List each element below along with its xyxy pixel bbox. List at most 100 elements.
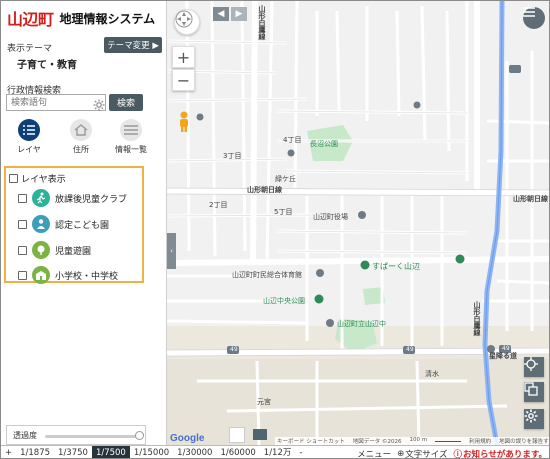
tool-tabs: レイヤ 住所 情報一覧 — [1, 119, 167, 159]
layer-item[interactable]: 小学校・中学校 — [18, 265, 118, 285]
map-menu-button[interactable] — [523, 7, 545, 29]
arrow-right-icon: ▶ — [235, 9, 243, 19]
map-label-asahi-line: 山形朝日線 — [247, 186, 282, 194]
street-view-pegman[interactable] — [177, 111, 191, 132]
info-icon: ⓘ — [453, 449, 463, 459]
layer-checkbox[interactable] — [18, 219, 27, 229]
panel-collapse-handle[interactable]: ‹ — [167, 233, 176, 269]
layer-checkbox[interactable] — [18, 270, 27, 280]
transparency-slider-handle[interactable] — [135, 431, 144, 440]
map-label-hoshigara: 星降る道 — [489, 352, 517, 360]
theme-change-button[interactable]: テーマ変更 ▶ — [104, 37, 162, 53]
transparency-slider-track[interactable] — [45, 435, 141, 438]
footer-menu-link[interactable]: メニュー — [357, 448, 391, 459]
scale-bar: + 1/1875 1/3750 1/7500 1/15000 1/30000 1… — [1, 445, 549, 459]
tab-info-list[interactable]: 情報一覧 — [109, 119, 153, 159]
text-size-label: 文字サイズ — [405, 449, 448, 459]
search-input[interactable] — [6, 94, 106, 111]
scale-option[interactable]: 1/30000 — [173, 446, 216, 459]
map-label-3chome: 3丁目 — [223, 152, 242, 160]
running-child-icon — [32, 189, 50, 207]
pan-control[interactable] — [174, 9, 200, 35]
forward-button[interactable]: ▶ — [231, 7, 247, 21]
minus-icon: − — [176, 70, 191, 90]
layer-item[interactable]: 児童遊園 — [18, 240, 91, 260]
map-label-motomiya: 元宮 — [257, 398, 271, 406]
child-icon — [32, 215, 50, 233]
notice-link[interactable]: ⓘ お知らせがあります。 — [454, 448, 548, 459]
house-icon — [70, 119, 92, 141]
map-canvas[interactable] — [167, 1, 550, 445]
layers-copy-button[interactable] — [524, 382, 544, 402]
theme-value: 子育て・教育 — [17, 60, 77, 71]
map-label-2chome: 2丁目 — [209, 201, 228, 209]
logo-system-name: 地理情報システム — [59, 11, 156, 26]
terms-link[interactable]: 利用規約 — [469, 437, 491, 445]
map-label-4chome: 4丁目 — [283, 136, 302, 144]
keyboard-shortcuts-link[interactable]: キーボード ショートカット — [277, 437, 345, 445]
layer-all-checkbox[interactable] — [9, 174, 18, 183]
map-label-asahi-line-east: 山形朝日線 — [513, 195, 548, 203]
map-label-midorigaoka: 緑ケ丘 — [275, 175, 296, 183]
zoom-in-button[interactable]: + — [172, 46, 195, 68]
route-49-shield-a: 49 — [230, 346, 238, 353]
map-type-thumbnail[interactable] — [229, 427, 245, 443]
scale-option[interactable]: 1/60000 — [216, 446, 259, 459]
footer-links: メニュー ⊕ 文字サイズ ⓘ お知らせがあります。 — [357, 446, 547, 459]
copy-icon — [524, 382, 538, 396]
layer-label: 認定こども園 — [55, 220, 110, 231]
search-button[interactable]: 検索 — [109, 94, 143, 111]
back-button[interactable]: ◀ — [213, 7, 229, 21]
map-label-shimizu: 清水 — [425, 370, 439, 378]
map-label-central-park: 山辺中央公園 — [263, 297, 305, 305]
aerial-thumbnail[interactable] — [253, 429, 267, 440]
map-view[interactable]: 4丁目 3丁目 2丁目 5丁目 長沼公園 緑ケ丘 山形朝日線 山形朝日線 山辺町… — [167, 1, 550, 445]
layer-item[interactable]: 放課後児童クラブ — [18, 188, 127, 208]
layer-item[interactable]: 認定こども園 — [18, 214, 109, 234]
gear-icon — [93, 99, 105, 111]
scale-prev-button[interactable]: + — [1, 446, 16, 459]
school-icon — [32, 266, 50, 284]
scale-option[interactable]: 1/1875 — [16, 446, 54, 459]
chevron-left-icon: ‹ — [170, 247, 173, 255]
map-label-jhs: 山辺町立山辺中 — [337, 320, 386, 328]
google-logo: Google — [170, 433, 205, 444]
arrow-left-icon: ◀ — [217, 9, 225, 19]
tab-address-label: 住所 — [73, 145, 89, 154]
zoom-out-button[interactable]: − — [172, 69, 195, 91]
transparency-control: 透過度 — [6, 425, 146, 445]
text-size-link[interactable]: ⊕ 文字サイズ — [397, 448, 447, 459]
layer-list: レイヤ表示 放課後児童クラブ 認定こども園 児童遊園 小学校・中学校 — [4, 166, 144, 285]
jhs-pin — [326, 319, 334, 327]
tree-icon — [32, 241, 50, 259]
layer-checkbox[interactable] — [18, 193, 27, 203]
tab-layer[interactable]: レイヤ — [7, 119, 51, 159]
layer-checkbox[interactable] — [18, 245, 27, 255]
map-label-5chome: 5丁目 — [274, 208, 293, 216]
gear-icon — [524, 409, 538, 423]
report-error-link[interactable]: 地図の誤りを報告する — [499, 437, 549, 445]
locate-button[interactable] — [524, 357, 544, 377]
map-label-shirataka-south: 山形白鷹線 — [473, 301, 481, 336]
scale-option[interactable]: 1/12万 — [260, 446, 296, 459]
notice-label: お知らせがあります。 — [463, 449, 547, 459]
scale-next-button[interactable]: - — [295, 446, 306, 459]
tab-address[interactable]: 住所 — [59, 119, 103, 159]
tab-info-list-label: 情報一覧 — [115, 145, 147, 154]
layer-list-header[interactable]: レイヤ表示 — [9, 172, 66, 185]
scale-option-active[interactable]: 1/7500 — [91, 445, 130, 458]
hamburger-icon — [523, 7, 535, 17]
app-logo[interactable]: 山辺町 地理情報システム — [7, 7, 155, 29]
logo-town-name: 山辺町 — [7, 10, 54, 29]
theme-label: 表示テーマ — [7, 44, 53, 54]
map-label-town-office: 山辺町役場 — [313, 213, 348, 221]
list-icon — [18, 119, 40, 141]
settings-button[interactable] — [524, 409, 544, 429]
scale-option[interactable]: 1/15000 — [130, 446, 173, 459]
crosshair-icon — [524, 357, 538, 371]
layer-label: 小学校・中学校 — [55, 271, 119, 282]
map-label-nagamiya-park: 長沼公園 — [310, 140, 338, 148]
asahi-road — [167, 188, 549, 196]
search-options-button[interactable] — [93, 96, 105, 111]
scale-option[interactable]: 1/3750 — [54, 446, 92, 459]
